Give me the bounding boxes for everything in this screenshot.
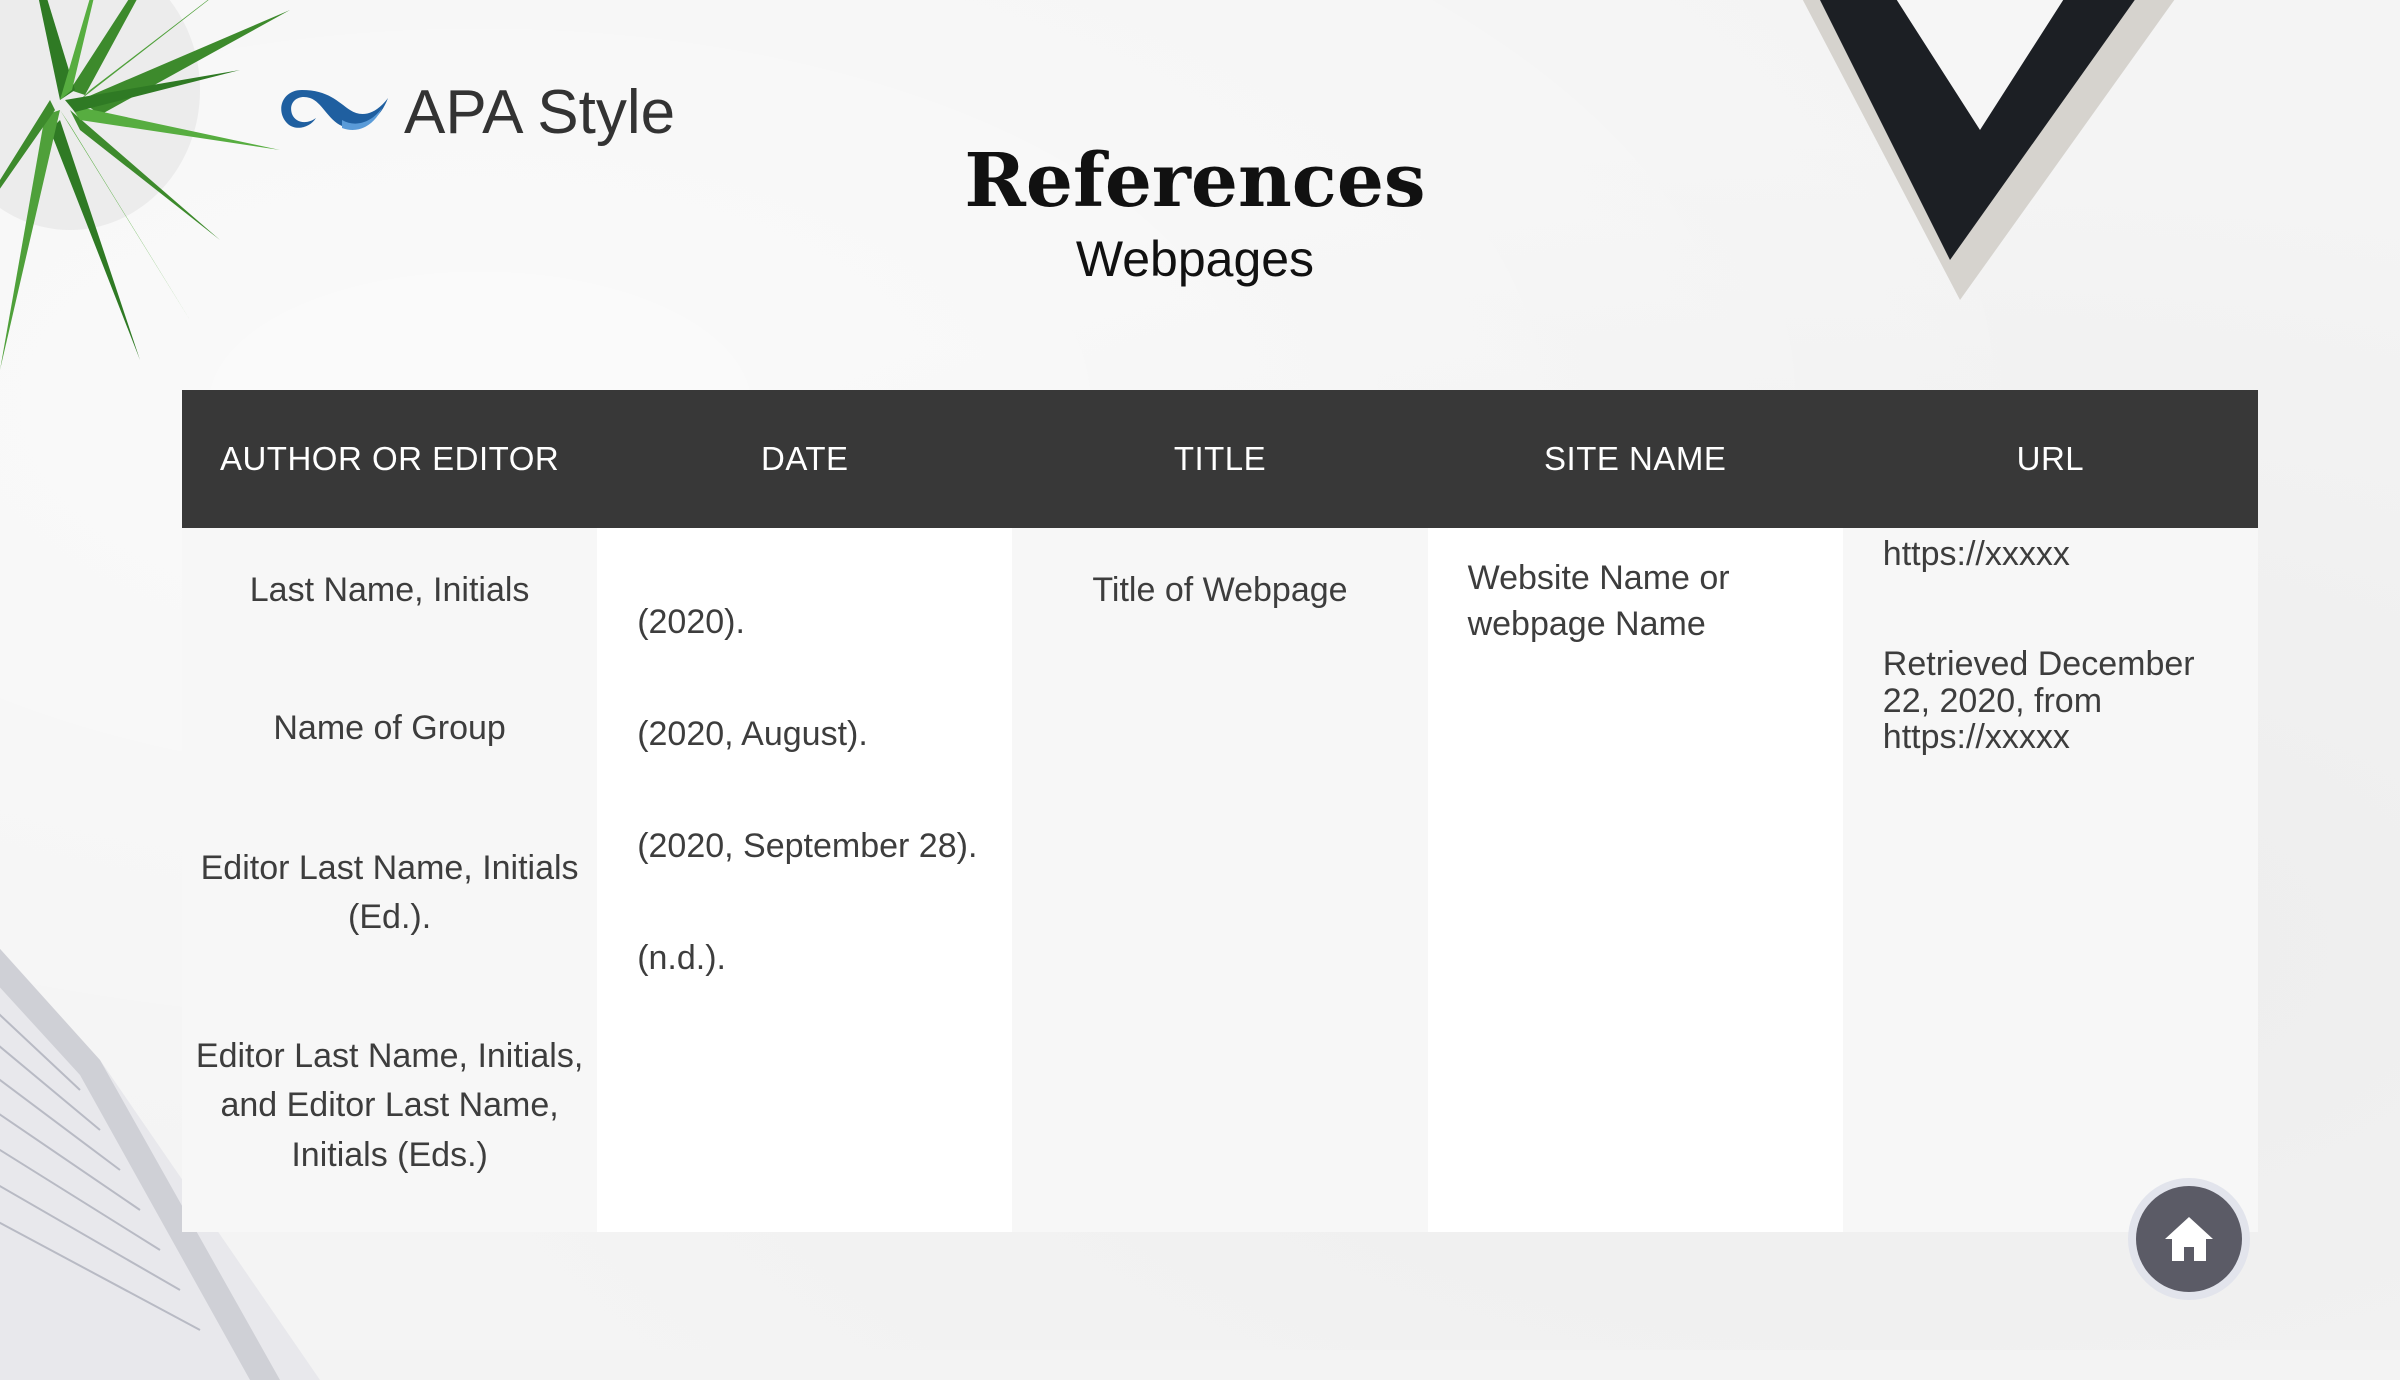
date-cell: (2020, August). [637, 715, 868, 753]
table-header-row: AUTHOR OR EDITOR DATE TITLE SITE NAME UR… [182, 390, 2258, 528]
logo-text: APA Style [404, 77, 676, 147]
home-button-face [2136, 1186, 2242, 1292]
author-cell: Name of Group [273, 709, 506, 747]
home-button[interactable] [2128, 1178, 2250, 1300]
header-site-name: SITE NAME [1544, 440, 1727, 477]
title-cell: Title of Webpage [1092, 571, 1348, 609]
author-cell: Editor Last Name, Initials, and Editor L… [195, 1037, 584, 1174]
header-title: TITLE [1173, 440, 1267, 477]
url-cell: https://xxxxx [1882, 535, 2070, 573]
home-icon [2165, 1217, 2213, 1261]
author-cell: Last Name, Initials [249, 571, 530, 609]
column-author: Last Name, Initials Name of Group Editor… [182, 528, 598, 1232]
column-url: https://xxxxx Retrieved December 22, 202… [1842, 528, 2258, 1232]
header-url: URL [2016, 440, 2085, 477]
apa-wave-icon [281, 90, 388, 130]
date-cell: (n.d.). [637, 939, 726, 977]
page-subtitle: Webpages [1075, 231, 1315, 287]
url-cell: Retrieved December 22, 2020, from https:… [1882, 645, 2195, 757]
column-site-name: Website Name or webpage Name [1427, 528, 1843, 1232]
table-body: Last Name, Initials Name of Group Editor… [182, 528, 2258, 1232]
date-cell: (2020, September 28). [637, 827, 978, 865]
date-cell: (2020). [637, 603, 745, 641]
author-cell: Editor Last Name, Initials (Ed.). [200, 849, 579, 937]
column-title: Title of Webpage [1012, 528, 1428, 1232]
reference-table: AUTHOR OR EDITOR DATE TITLE SITE NAME UR… [182, 390, 2258, 1232]
site-name-cell: Website Name or webpage Name [1467, 559, 1730, 643]
page-title: References [964, 138, 1426, 224]
column-date: (2020). (2020, August). (2020, September… [597, 528, 1013, 1232]
header-date: DATE [761, 440, 849, 477]
header-author: AUTHOR OR EDITOR [219, 440, 560, 477]
